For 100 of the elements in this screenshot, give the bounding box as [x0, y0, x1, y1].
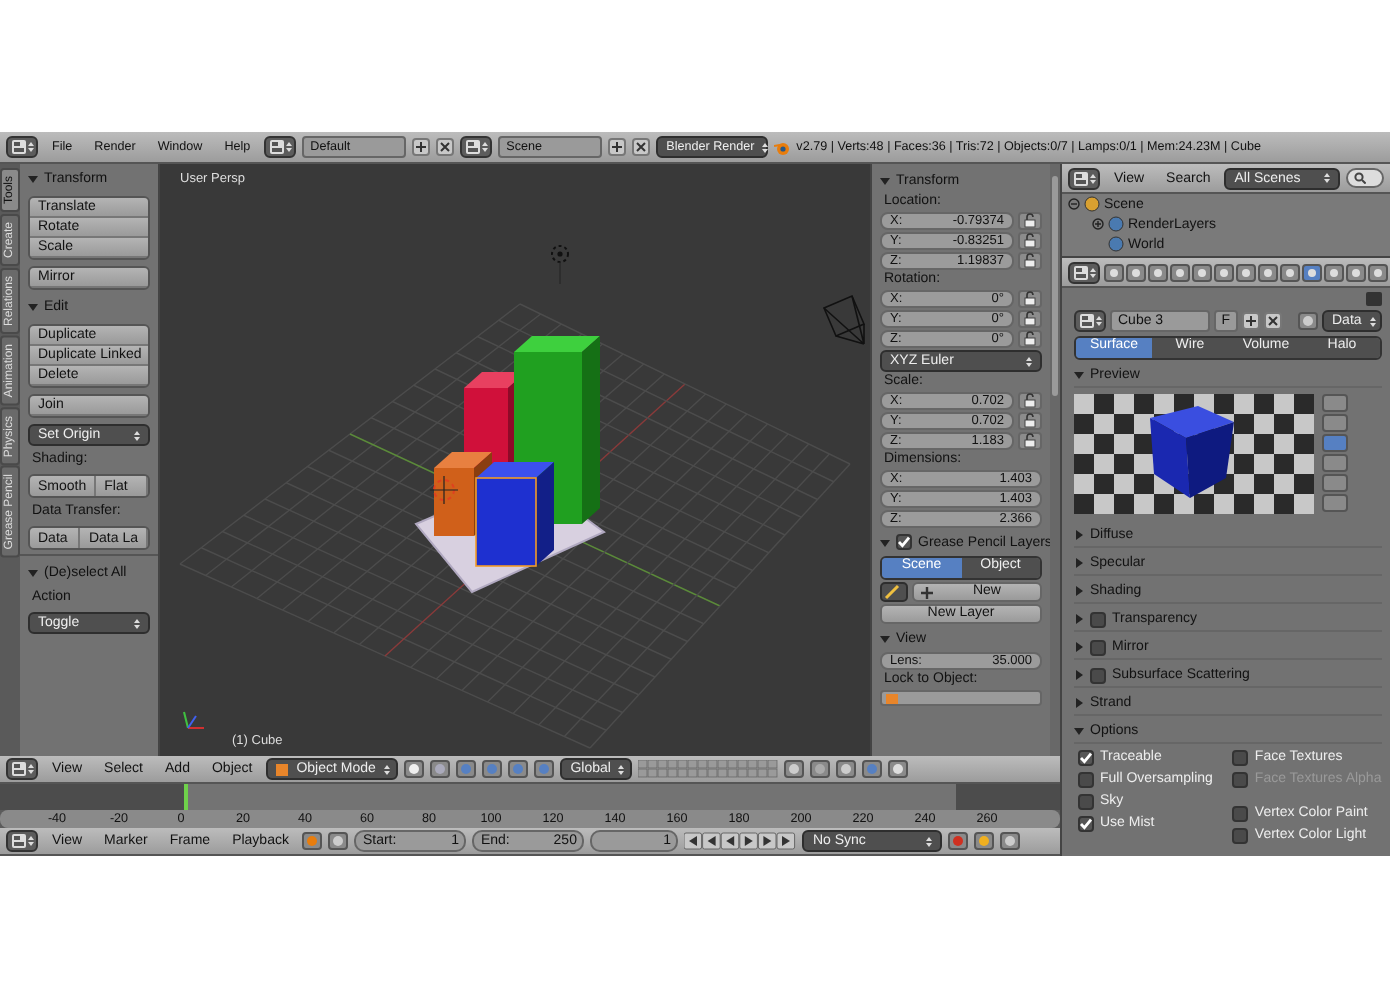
keying-set-icon[interactable]	[1000, 832, 1021, 850]
lock-icon[interactable]	[1018, 330, 1042, 348]
editor-type-button[interactable]	[1068, 261, 1100, 283]
checkbox[interactable]	[1078, 815, 1094, 831]
material-browse-button[interactable]	[1074, 310, 1106, 332]
lock-icon[interactable]	[1018, 310, 1042, 328]
disclosure-triangle-icon[interactable]	[880, 633, 890, 643]
blender-logo-icon	[774, 139, 791, 155]
context-tab[interactable]	[1104, 263, 1124, 281]
checkbox[interactable]	[1078, 749, 1094, 765]
disclosure-triangle-icon[interactable]	[28, 174, 38, 184]
disclosure-triangle-icon[interactable]	[1074, 614, 1084, 624]
editor-type-button[interactable]	[6, 830, 38, 852]
updown-arrows-icon	[1026, 355, 1032, 367]
disclosure-triangle-icon[interactable]	[28, 302, 38, 312]
context-tab[interactable]	[1236, 263, 1256, 281]
disclosure-triangle-icon[interactable]	[1074, 642, 1084, 652]
object-icon	[886, 693, 898, 703]
lock-icon[interactable]	[1018, 212, 1042, 230]
search-icon	[1354, 172, 1367, 184]
close-icon[interactable]	[1264, 312, 1282, 330]
timeline-track[interactable]	[0, 784, 1060, 810]
context-tab[interactable]	[1346, 263, 1366, 281]
context-tab[interactable]	[1258, 263, 1278, 281]
checkbox[interactable]	[1090, 639, 1106, 655]
editor-type-button[interactable]	[1068, 167, 1100, 189]
snap-target-icon[interactable]	[862, 760, 883, 778]
disclosure-triangle-icon[interactable]	[1074, 586, 1084, 596]
checkbox[interactable]	[1232, 827, 1249, 843]
node-icon[interactable]	[1298, 312, 1318, 330]
updown-arrows-icon	[926, 835, 933, 847]
add-icon[interactable]	[1242, 312, 1260, 330]
add-icon[interactable]	[412, 138, 431, 156]
context-tab[interactable]	[1324, 263, 1344, 281]
layer-icon[interactable]	[784, 760, 805, 778]
checkbox[interactable]	[1078, 771, 1094, 787]
lock-icon[interactable]	[328, 832, 349, 850]
scrollbar[interactable]	[1052, 176, 1058, 396]
snap-icon[interactable]	[836, 760, 857, 778]
disclosure-triangle-icon[interactable]	[880, 175, 890, 185]
editor-type-button[interactable]	[6, 758, 38, 780]
checkbox[interactable]	[1090, 667, 1106, 683]
lock-icon[interactable]	[1018, 392, 1042, 410]
lock-icon[interactable]	[1018, 432, 1042, 450]
translate-icon[interactable]	[482, 760, 503, 778]
lock-icon[interactable]	[1018, 290, 1042, 308]
updown-arrows-icon	[1324, 172, 1331, 184]
manipulator-icon[interactable]	[456, 760, 477, 778]
lock-icon[interactable]	[1018, 232, 1042, 250]
context-tab[interactable]	[1214, 263, 1234, 281]
checkbox[interactable]	[1078, 793, 1094, 809]
context-tab[interactable]	[1280, 263, 1300, 281]
close-icon[interactable]	[436, 138, 455, 156]
object-field[interactable]	[880, 690, 1042, 706]
lamp-drawing	[551, 245, 569, 285]
updown-arrows-icon	[383, 763, 390, 775]
updown-arrows-icon	[134, 429, 140, 441]
keyframe-icon[interactable]	[974, 832, 995, 850]
cursor-3d-drawing	[429, 475, 459, 505]
camera-drawing	[822, 294, 866, 345]
disclosure-triangle-icon[interactable]	[28, 568, 38, 578]
lock-icon[interactable]	[1018, 252, 1042, 270]
updown-arrows-icon	[618, 763, 625, 775]
preview-range-icon[interactable]	[302, 832, 323, 850]
add-icon[interactable]	[608, 138, 627, 156]
disclosure-triangle-icon[interactable]	[880, 537, 890, 547]
checkbox[interactable]	[896, 534, 912, 550]
scale-icon[interactable]	[534, 760, 555, 778]
disclosure-triangle-icon[interactable]	[1074, 558, 1084, 568]
disclosure-triangle-icon[interactable]	[1074, 370, 1084, 380]
proportional-edit-icon[interactable]	[810, 760, 831, 778]
playback-controls-icon[interactable]	[684, 832, 797, 850]
render-icon[interactable]	[888, 760, 909, 778]
scene-type-button[interactable]	[460, 136, 493, 158]
checkbox[interactable]	[1232, 805, 1249, 821]
lock-icon[interactable]	[1018, 412, 1042, 430]
context-tab[interactable]	[1368, 263, 1388, 281]
expand-toggle-icon[interactable]	[1068, 198, 1080, 210]
editor-type-button[interactable]	[6, 136, 38, 158]
checkbox[interactable]	[1090, 611, 1106, 627]
record-icon[interactable]	[948, 832, 969, 850]
expand-toggle-icon[interactable]	[1092, 218, 1104, 230]
disclosure-triangle-icon[interactable]	[1074, 726, 1084, 736]
context-tab[interactable]	[1126, 263, 1146, 281]
context-tab[interactable]	[1148, 263, 1168, 281]
disclosure-triangle-icon[interactable]	[1074, 530, 1084, 540]
playhead[interactable]	[184, 784, 189, 810]
context-tab[interactable]	[1192, 263, 1212, 281]
disclosure-triangle-icon[interactable]	[1074, 698, 1084, 708]
context-tab[interactable]	[1170, 263, 1190, 281]
shading-mode-icon[interactable]	[404, 760, 425, 778]
rotate-icon[interactable]	[508, 760, 529, 778]
checkbox[interactable]	[1232, 749, 1249, 765]
close-icon[interactable]	[632, 138, 651, 156]
layout-type-button[interactable]	[264, 136, 297, 158]
search-field[interactable]	[1346, 168, 1384, 188]
context-tab[interactable]	[1302, 263, 1322, 281]
disclosure-triangle-icon[interactable]	[1074, 670, 1084, 680]
pencil-icon[interactable]	[880, 582, 908, 602]
pivot-point-icon[interactable]	[430, 760, 451, 778]
